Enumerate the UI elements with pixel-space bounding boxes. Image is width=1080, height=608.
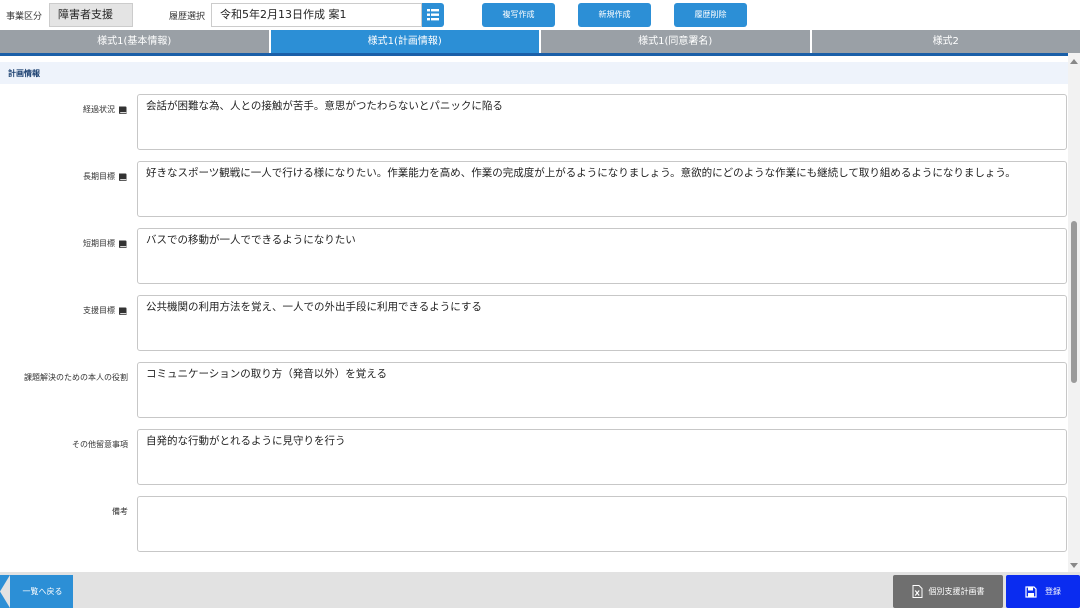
field-row: 長期目標 好きなスポーツ観戦に一人で行ける様になりたい。作業能力を高め、作業の完… (0, 161, 1068, 218)
scroll-down-arrow[interactable] (1070, 563, 1078, 568)
excel-file-icon (912, 585, 922, 598)
book-icon[interactable] (118, 306, 128, 316)
remarks-field[interactable] (137, 496, 1067, 552)
field-row: 備考 (0, 496, 1068, 553)
field-label: 短期目標 (83, 238, 128, 249)
history-select[interactable]: 令和5年2月13日作成 案1 (211, 3, 422, 27)
plan-form: 計画情報 経過状況 会話が困難な為、人との接触が苦手。意思がつたわらないとパニッ… (0, 56, 1068, 572)
other-notes-field[interactable]: 自発的な行動がとれるように見守りを行う (137, 429, 1067, 485)
field-label: その他留意事項 (72, 439, 128, 450)
field-label-text: その他留意事項 (72, 440, 128, 449)
field-label: 課題解決のための本人の役割 (24, 372, 128, 383)
field-row: 課題解決のための本人の役割 コミュニケーションの取り方（発音以外）を覚える (0, 362, 1068, 419)
field-label-text: 備考 (112, 507, 128, 516)
field-row: 短期目標 バスでの移動が一人でできるようになりたい (0, 228, 1068, 285)
field-label: 支援目標 (83, 305, 128, 316)
scrollbar[interactable] (1068, 53, 1080, 572)
field-row: 経過状況 会話が困難な為、人との接触が苦手。意思がつたわらないとパニックに陥る (0, 94, 1068, 151)
support-plan-document-button[interactable]: 個別支援計画書 (893, 575, 1003, 608)
section-title: 計画情報 (0, 62, 1068, 84)
long-term-goal-field[interactable]: 好きなスポーツ観戦に一人で行ける様になりたい。作業能力を高め、作業の完成度が上が… (137, 161, 1067, 217)
book-icon[interactable] (118, 172, 128, 182)
field-row: その他留意事項 自発的な行動がとれるように見守りを行う (0, 429, 1068, 486)
short-term-goal-field[interactable]: バスでの移動が一人でできるようになりたい (137, 228, 1067, 284)
chevron-left-icon (0, 575, 10, 608)
tab-form2[interactable]: 様式2 (811, 30, 1080, 53)
support-plan-document-label: 個別支援計画書 (928, 587, 985, 596)
book-icon[interactable] (118, 105, 128, 115)
progress-status-field[interactable]: 会話が困難な為、人との接触が苦手。意思がつたわらないとパニックに陥る (137, 94, 1067, 150)
dept-label: 事業区分 (6, 12, 43, 22)
book-icon[interactable] (118, 239, 128, 249)
field-label-text: 経過状況 (83, 105, 115, 114)
tab-bar: 様式1(基本情報) 様式1(計画情報) 様式1(同意署名) 様式2 (0, 30, 1080, 53)
field-label-text: 長期目標 (83, 172, 115, 181)
app: 事業区分 障害者支援 履歴選択 令和5年2月13日作成 案1 複写作成 新規作成… (0, 0, 1080, 608)
dept-select[interactable]: 障害者支援 (49, 3, 133, 27)
save-icon (1025, 585, 1037, 598)
top-bar: 事業区分 障害者支援 履歴選択 令和5年2月13日作成 案1 複写作成 新規作成… (0, 0, 1080, 30)
register-label: 登録 (1045, 587, 1061, 596)
personal-role-field[interactable]: コミュニケーションの取り方（発音以外）を覚える (137, 362, 1067, 418)
back-to-list-label: 一覧へ戻る (22, 587, 63, 596)
field-label-text: 支援目標 (83, 306, 115, 315)
new-create-button[interactable]: 新規作成 (578, 3, 651, 27)
register-button[interactable]: 登録 (1006, 575, 1080, 608)
field-label-text: 課題解決のための本人の役割 (24, 373, 128, 382)
field-label: 経過状況 (83, 104, 128, 115)
history-delete-button[interactable]: 履歴削除 (674, 3, 747, 27)
back-to-list-button[interactable]: 一覧へ戻る (0, 575, 73, 608)
history-label: 履歴選択 (169, 12, 206, 22)
support-goal-field[interactable]: 公共機関の利用方法を覚え、一人での外出手段に利用できるようにする (137, 295, 1067, 351)
tab-plan-info[interactable]: 様式1(計画情報) (270, 30, 539, 53)
scroll-up-arrow[interactable] (1070, 59, 1078, 64)
footer-bar: 一覧へ戻る 個別支援計画書 登録 (0, 572, 1080, 608)
field-label-text: 短期目標 (83, 239, 115, 248)
field-label: 長期目標 (83, 171, 128, 182)
copy-create-button[interactable]: 複写作成 (482, 3, 555, 27)
field-row: 支援目標 公共機関の利用方法を覚え、一人での外出手段に利用できるようにする (0, 295, 1068, 352)
history-list-button[interactable] (422, 3, 444, 27)
tab-basic-info[interactable]: 様式1(基本情報) (0, 30, 269, 53)
tab-consent-signature[interactable]: 様式1(同意署名) (541, 30, 810, 53)
scrollbar-thumb[interactable] (1071, 221, 1077, 383)
field-label: 備考 (112, 506, 128, 517)
list-icon (427, 9, 439, 21)
